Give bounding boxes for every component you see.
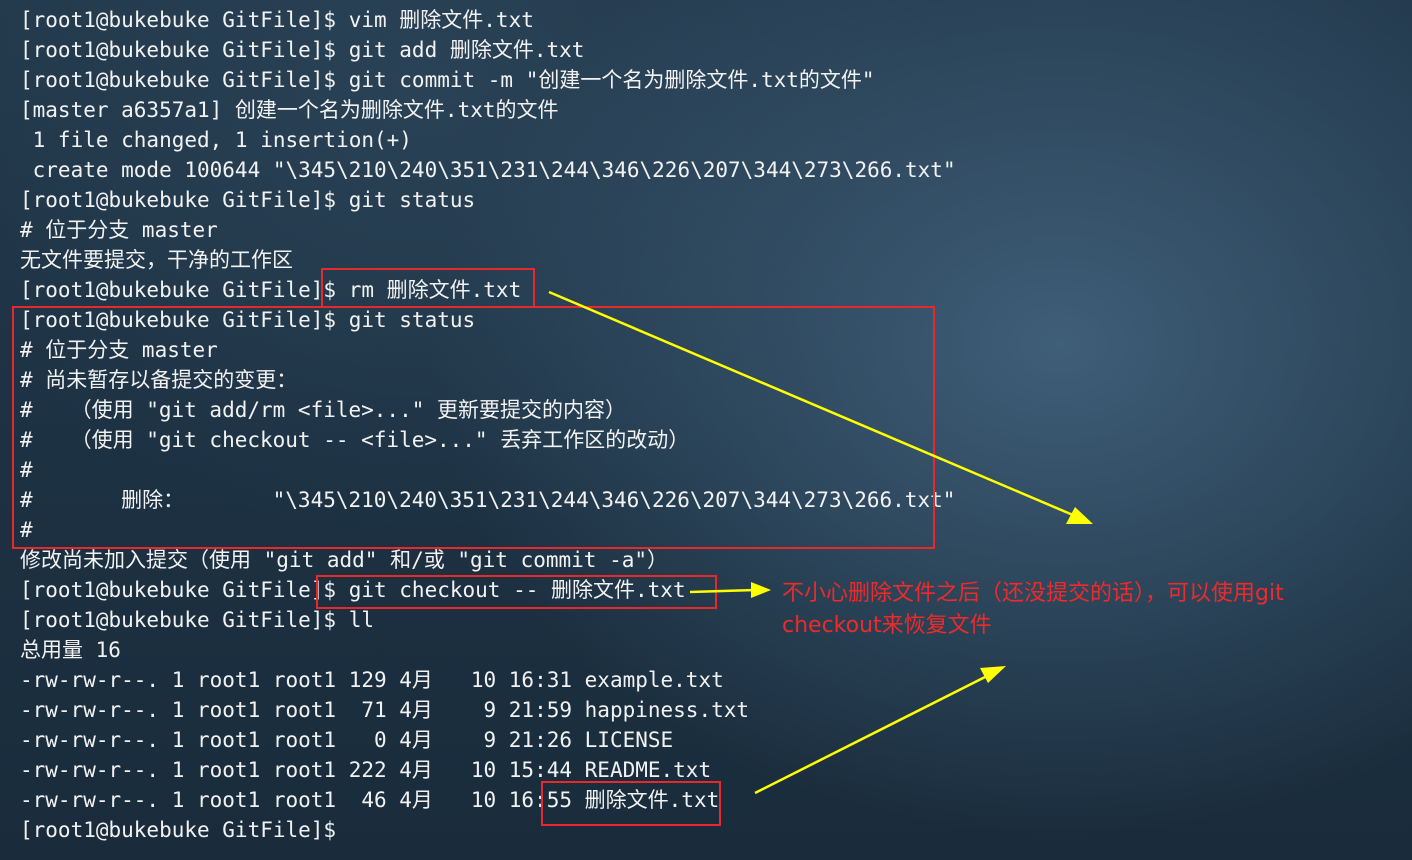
annotation-note: 不小心删除文件之后（还没提交的话），可以使用git checkout来恢复文件 [782, 581, 1284, 638]
arrow-from-rm-command [548, 290, 1093, 524]
arrow-from-checkout-command [689, 582, 771, 598]
annotation-arrows [548, 290, 1093, 795]
arrow-from-restored-file [754, 666, 1006, 795]
